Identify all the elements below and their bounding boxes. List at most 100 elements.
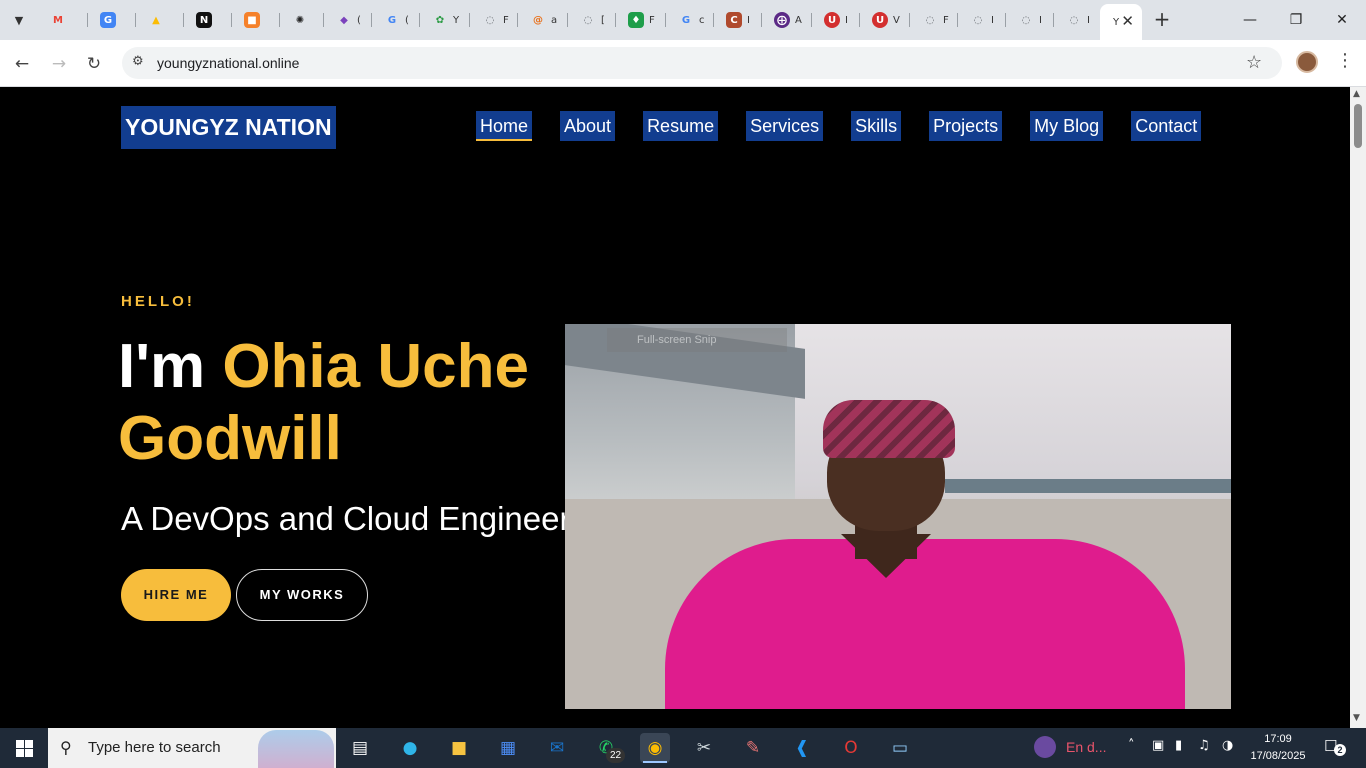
network-adapter-icon[interactable]: ▣ [1152,738,1164,753]
tray-app-icon[interactable] [1034,736,1056,758]
wifi-icon[interactable]: ◑ [1222,738,1233,753]
tab[interactable]: ✺ [280,5,324,35]
restore-icon[interactable]: ❐ [1276,6,1316,34]
tab[interactable]: UI [812,5,860,35]
tab[interactable]: M [38,5,88,35]
battery-icon[interactable]: ▮ [1175,738,1182,753]
scroll-up-icon[interactable]: ▲ [1353,89,1360,99]
browser-menu-icon[interactable]: ⋮ [1336,50,1354,71]
tab[interactable]: ◌[ [568,5,616,35]
chrome-icon[interactable]: ◉ [640,733,670,763]
whatsapp-icon[interactable]: ✆ 22 [591,733,625,763]
tab[interactable]: ♦ F [616,5,666,35]
tab[interactable]: ▲ [136,5,184,35]
tab-strip: ▼ M G ▲ N ■ ✺ ◆( G( ✿ Y ◌ F @ a ◌ [♦ F … [0,0,1366,40]
nav-home[interactable]: Home [476,111,533,141]
tab[interactable]: UV [860,5,910,35]
tab[interactable]: CI [714,5,762,35]
globe-icon: ◌ [583,14,593,26]
gem-icon: ♦ [628,12,644,28]
google-drive-icon: ▲ [152,14,160,26]
url-text[interactable]: youngyznational.online [157,55,299,71]
search-icon: ⚲ [60,738,72,757]
file-explorer-icon[interactable]: ■ [444,733,474,763]
opera-icon[interactable]: O [836,733,866,763]
snip-overlay-label: Full-screen Snip [607,328,787,352]
back-arrow-icon[interactable]: ← [8,50,36,78]
tab-search-chevron-icon[interactable]: ▼ [6,8,32,32]
language-indicator[interactable]: En d... [1066,739,1106,755]
tab-active[interactable]: Y ✕ [1100,4,1142,40]
notification-count: 2 [1334,744,1346,756]
notion-icon: N [196,12,212,28]
reload-icon[interactable]: ↻ [80,50,108,78]
new-tab-button[interactable]: + [1150,8,1174,32]
globe-icon: ◌ [1021,14,1031,26]
site-settings-icon[interactable]: ⚙ [132,54,144,69]
edge-icon[interactable]: ● [395,733,425,763]
tab[interactable]: ■ [232,5,280,35]
google-translate-icon: G [100,12,116,28]
nav-services[interactable]: Services [746,111,824,141]
snipping-tool-icon[interactable]: ✂ [689,733,719,763]
forward-arrow-icon[interactable]: → [45,50,73,78]
nav-contact[interactable]: Contact [1131,111,1202,141]
system-clock[interactable]: 17:09 17/08/2025 [1248,731,1308,765]
close-window-icon[interactable]: ✕ [1322,6,1362,34]
nav-my-blog[interactable]: My Blog [1030,111,1104,141]
site-logo[interactable]: YOUNGYZ NATION [121,106,336,149]
tab[interactable]: ◌ I [1006,5,1054,35]
tab[interactable]: ◌ F [470,5,518,35]
whatsapp-badge: 22 [606,748,625,763]
tab[interactable]: G( [372,5,420,35]
outlook-icon[interactable]: ✉ [542,733,572,763]
globe-icon: ◌ [1069,14,1079,26]
nav-skills[interactable]: Skills [851,111,902,141]
notepad-icon[interactable]: ▭ [885,733,915,763]
notification-center-icon[interactable]: ☐ 2 [1324,737,1346,757]
profile-avatar[interactable] [1296,51,1318,73]
tab[interactable]: ⨁ A [762,5,812,35]
shield-icon: U [872,12,888,28]
close-tab-icon[interactable]: ✕ [1121,12,1134,30]
minimize-icon[interactable]: — [1230,6,1270,34]
tab[interactable]: ✿ Y [420,5,470,35]
hire-me-button[interactable]: HIRE ME [121,569,231,621]
tab[interactable]: @ a [518,5,568,35]
clock-date: 17/08/2025 [1250,750,1306,762]
taskbar-search[interactable]: ⚲ Type here to search [48,728,336,768]
photo-person-collar [841,534,931,578]
globe-icon: ◌ [925,14,935,26]
vscode-icon[interactable]: ❰ [787,733,817,763]
tab[interactable]: ◌ F [910,5,958,35]
show-hidden-icons-icon[interactable]: ˄ [1128,738,1135,753]
nav-about[interactable]: About [560,111,616,141]
nav-resume[interactable]: Resume [643,111,719,141]
spiral-icon: @ [533,14,543,26]
tab[interactable]: ◌ I [958,5,1006,35]
my-works-button[interactable]: MY WORKS [236,569,368,621]
nav-projects[interactable]: Projects [929,111,1003,141]
hero-headline: I'm Ohia Uche Godwill [118,331,578,475]
page-scrollbar[interactable]: ▲ ▼ [1350,87,1366,728]
task-view-icon[interactable]: ▤ [345,733,375,763]
gmail-icon: M [53,14,63,26]
paint-icon[interactable]: ✎ [738,733,768,763]
target-icon: ⨁ [774,12,790,28]
tab[interactable]: G [88,5,136,35]
tab[interactable]: N [184,5,232,35]
tab[interactable]: Gc [666,5,714,35]
scroll-down-icon[interactable]: ▼ [1353,713,1360,723]
scroll-thumb[interactable] [1354,104,1362,148]
address-bar[interactable]: ⚙ youngyznational.online [122,47,1282,79]
leaf-icon: ✿ [435,14,445,26]
bookmark-star-icon[interactable]: ☆ [1246,52,1262,73]
search-highlight-image [258,730,334,768]
store-icon[interactable]: ▦ [493,733,523,763]
tab[interactable]: ◆( [324,5,372,35]
tab[interactable]: ◌ I [1054,5,1100,35]
openai-icon: ✺ [295,14,305,26]
start-button[interactable] [0,728,48,768]
letter-c-icon: C [726,12,742,28]
volume-icon[interactable]: ♫ [1198,738,1210,753]
